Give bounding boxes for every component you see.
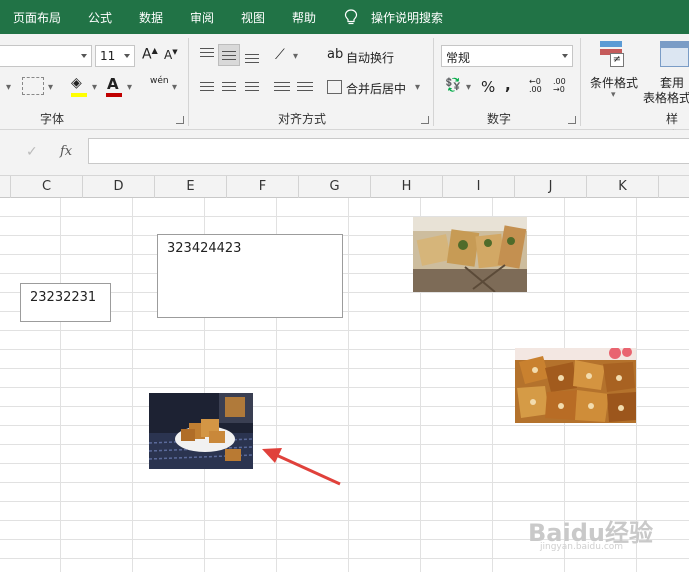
font-color-icon[interactable]: A xyxy=(107,75,119,93)
chevron-down-icon[interactable]: ▾ xyxy=(6,82,11,93)
column-header-i[interactable]: I xyxy=(443,176,515,198)
decrease-font-icon[interactable]: A▼ xyxy=(164,48,178,62)
table-format-button-line2[interactable]: 表格格式 xyxy=(643,89,689,106)
group-font-label: 字体 xyxy=(40,112,65,126)
decrease-indent-icon[interactable] xyxy=(274,82,290,94)
align-right-icon[interactable] xyxy=(245,82,259,94)
align-top-icon[interactable] xyxy=(200,48,214,60)
currency-icon[interactable]: 💱 xyxy=(445,78,461,93)
ribbon-tab-bar: 页面布局 公式 数据 审阅 视图 帮助 操作说明搜索 xyxy=(0,0,689,34)
text-box[interactable]: 323424423 xyxy=(157,234,343,318)
phonetic-icon[interactable]: wén xyxy=(150,76,169,86)
percent-button[interactable]: % xyxy=(481,78,495,96)
tab-page-layout[interactable]: 页面布局 xyxy=(13,9,61,26)
tab-help[interactable]: 帮助 xyxy=(292,9,316,26)
currency-dropdown-icon[interactable]: ▾ xyxy=(466,82,471,93)
wrap-text-button[interactable]: 自动换行 xyxy=(346,49,394,66)
selected-snack-photo[interactable] xyxy=(149,393,253,469)
borders-dropdown-icon[interactable]: ▾ xyxy=(48,82,53,93)
formula-bar: ✓ fx xyxy=(0,130,689,176)
conditional-format-button[interactable]: 条件格式 xyxy=(590,74,638,91)
font-color-swatch xyxy=(106,93,122,97)
align-bottom-icon[interactable] xyxy=(245,54,259,66)
column-header-j[interactable]: J xyxy=(515,176,587,198)
watermark-url: jingyan.baidu.com xyxy=(540,542,624,552)
orientation-dropdown-icon[interactable]: ▾ xyxy=(293,51,298,62)
fill-color-icon[interactable]: ◈ xyxy=(71,75,82,91)
separator xyxy=(580,38,581,126)
merge-dropdown-icon[interactable]: ▾ xyxy=(415,82,420,93)
snack-photo-art xyxy=(413,217,527,292)
alignment-dialog-launcher-icon[interactable] xyxy=(421,116,429,124)
borders-icon[interactable] xyxy=(22,77,44,95)
font-dialog-launcher-icon[interactable] xyxy=(176,116,184,124)
text-box[interactable]: 23232231 xyxy=(20,283,111,322)
column-header-d[interactable]: D xyxy=(83,176,155,198)
insert-function-icon[interactable]: fx xyxy=(60,144,72,159)
lightbulb-icon xyxy=(344,9,358,25)
column-header-row: C D E F G H I J K xyxy=(0,176,689,198)
number-format-value: 常规 xyxy=(446,51,471,65)
ribbon: 11 A▲ A▼ ▾ ▾ ◈ ▾ A ▾ wén ▾ 字体 ⟋ ▾ ab 自动换… xyxy=(0,34,689,143)
tab-view[interactable]: 视图 xyxy=(241,9,265,26)
confirm-entry-icon[interactable]: ✓ xyxy=(26,144,38,160)
decrease-decimal-icon[interactable]: .00 →0 xyxy=(553,78,566,94)
merge-center-icon xyxy=(327,80,342,94)
snack-photo[interactable] xyxy=(413,217,527,292)
column-header-h[interactable]: H xyxy=(371,176,443,198)
snack-photo-art xyxy=(149,393,253,469)
column-header-partial[interactable] xyxy=(0,176,11,198)
align-center-icon[interactable] xyxy=(222,82,236,94)
merge-center-button[interactable]: 合并后居中 xyxy=(346,80,406,97)
font-size-value: 11 xyxy=(100,49,116,63)
fill-dropdown-icon[interactable]: ▾ xyxy=(92,82,97,93)
comma-button[interactable]: , xyxy=(505,76,511,94)
font-color-dropdown-icon[interactable]: ▾ xyxy=(127,82,132,93)
increase-decimal-icon[interactable]: ←0.00 xyxy=(529,78,542,94)
column-header-f[interactable]: F xyxy=(227,176,299,198)
group-number-label: 数字 xyxy=(487,112,512,126)
number-format-dropdown[interactable]: 常规 xyxy=(441,45,573,67)
snack-photo-art xyxy=(515,348,636,423)
separator xyxy=(433,38,434,126)
group-alignment-label: 对齐方式 xyxy=(278,112,327,126)
align-middle-icon xyxy=(222,51,236,63)
table-format-icon xyxy=(660,41,689,67)
column-header-g[interactable]: G xyxy=(299,176,371,198)
font-size-dropdown[interactable]: 11 xyxy=(95,45,135,67)
column-header-c[interactable]: C xyxy=(11,176,83,198)
separator xyxy=(188,38,189,126)
phonetic-dropdown-icon[interactable]: ▾ xyxy=(172,82,177,93)
tab-formulas[interactable]: 公式 xyxy=(88,9,112,26)
increase-indent-icon[interactable] xyxy=(297,82,313,94)
wrap-text-icon: ab xyxy=(327,47,344,62)
snack-photo[interactable] xyxy=(515,348,636,423)
conditional-format-dropdown-icon[interactable]: ▾ xyxy=(611,90,616,100)
column-header-e[interactable]: E xyxy=(155,176,227,198)
tab-data[interactable]: 数据 xyxy=(139,9,163,26)
formula-input[interactable] xyxy=(88,138,689,164)
conditional-format-icon: ≠ xyxy=(600,41,628,69)
orientation-icon[interactable]: ⟋ xyxy=(275,47,285,63)
align-left-icon[interactable] xyxy=(200,82,214,94)
number-dialog-launcher-icon[interactable] xyxy=(568,116,576,124)
annotation-arrow-icon xyxy=(262,448,341,486)
font-name-dropdown[interactable] xyxy=(0,45,92,67)
fill-color-swatch xyxy=(71,93,87,97)
tell-me-search[interactable]: 操作说明搜索 xyxy=(371,9,443,26)
column-header-k[interactable]: K xyxy=(587,176,659,198)
tab-review[interactable]: 审阅 xyxy=(190,9,214,26)
increase-font-icon[interactable]: A▲ xyxy=(142,46,158,63)
